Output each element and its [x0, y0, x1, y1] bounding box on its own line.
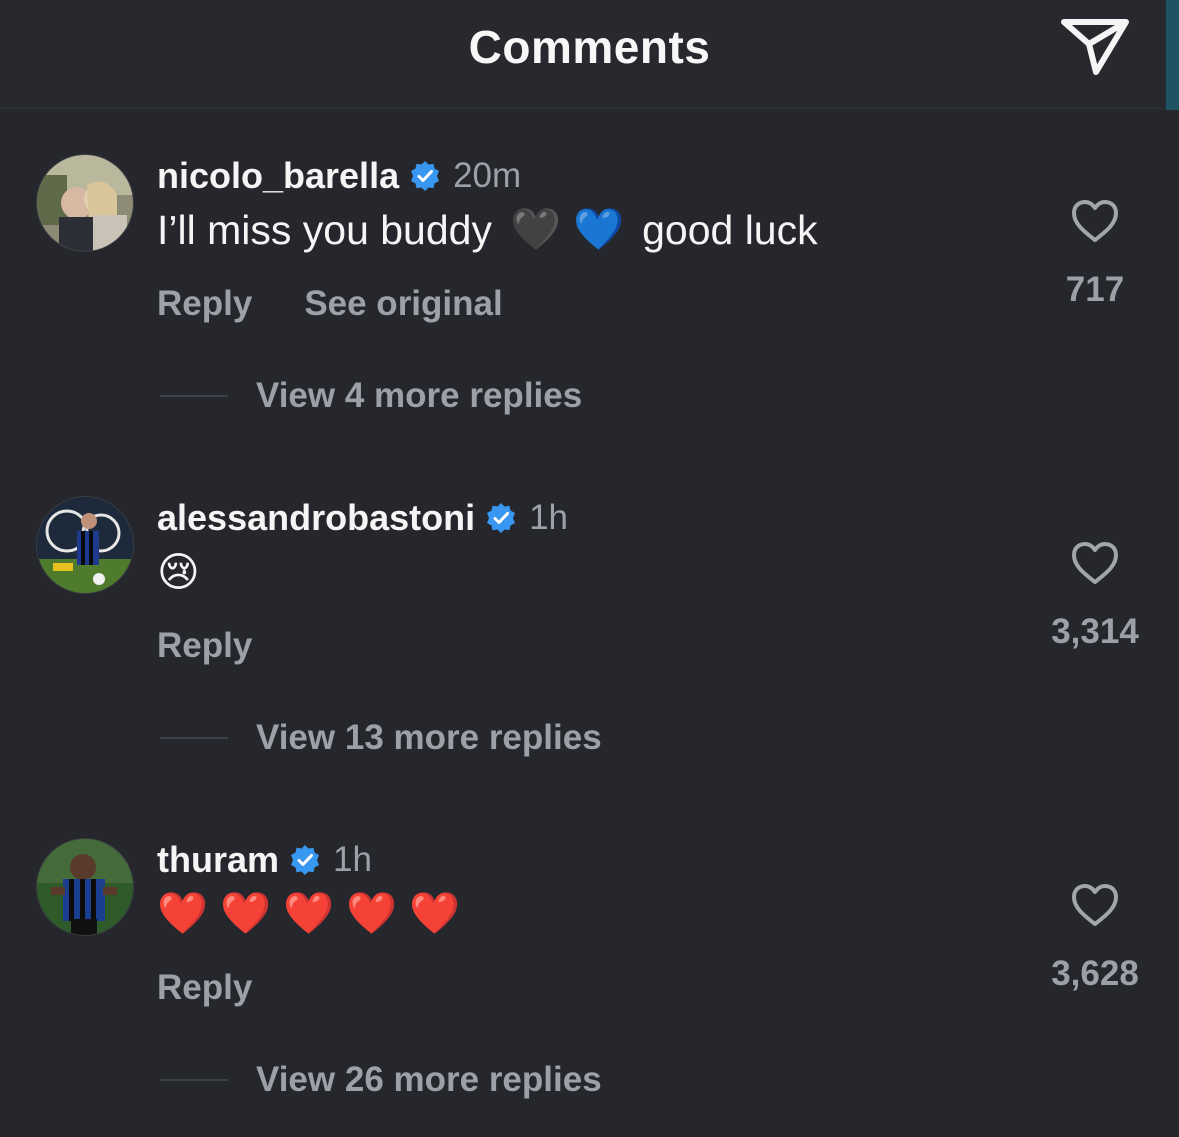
comment-body-end: good luck	[642, 206, 818, 253]
heart-icon[interactable]	[1070, 882, 1120, 928]
view-replies-label: View 13 more replies	[256, 718, 602, 757]
emoji-group: 😢	[157, 548, 200, 596]
comment-text: 😢	[157, 548, 200, 596]
heart-icon[interactable]	[1070, 540, 1120, 586]
emoji-group: 🖤 💙	[510, 206, 624, 254]
avatar[interactable]	[36, 496, 134, 594]
profile-photo	[37, 839, 133, 935]
comment-text: I’ll miss you buddy 🖤 💙 good luck	[157, 206, 818, 254]
comment-actions: Reply	[157, 626, 252, 666]
red-heart-emoji: ❤️	[220, 890, 272, 936]
background-edge	[1166, 0, 1179, 110]
red-heart-emoji: ❤️	[157, 890, 209, 936]
comment-time: 20m	[453, 156, 522, 195]
reply-button[interactable]: Reply	[157, 626, 252, 666]
avatar[interactable]	[36, 154, 134, 252]
username[interactable]: nicolo_barella	[157, 155, 399, 197]
reply-button[interactable]: Reply	[157, 284, 252, 324]
red-heart-emoji: ❤️	[346, 890, 398, 936]
black-heart-emoji: 🖤	[509, 206, 562, 252]
username[interactable]: thuram	[157, 839, 279, 881]
like-section: 3,314	[1030, 540, 1160, 652]
comment-actions: Reply See original	[157, 284, 503, 324]
comment-text: ❤️ ❤️ ❤️ ❤️ ❤️	[157, 890, 460, 938]
reply-divider	[160, 737, 228, 739]
like-count: 3,314	[1051, 612, 1139, 651]
crying-face-emoji: 😢	[157, 549, 200, 595]
verified-badge-icon	[411, 161, 440, 191]
emoji-group: ❤️ ❤️ ❤️ ❤️ ❤️	[157, 890, 460, 938]
comment-time: 1h	[529, 498, 569, 537]
like-section: 3,628	[1030, 882, 1160, 994]
comment-body: I’ll miss you buddy	[157, 206, 492, 253]
verified-badge-icon	[291, 845, 320, 875]
view-replies-button[interactable]: View 13 more replies	[160, 718, 602, 758]
username[interactable]: alessandrobastoni	[157, 497, 475, 539]
page-title: Comments	[468, 21, 711, 73]
reply-button[interactable]: Reply	[157, 968, 252, 1008]
comment-actions: Reply	[157, 968, 252, 1008]
comment-header: thuram 1h	[157, 838, 372, 882]
comments-header: Comments	[0, 0, 1179, 109]
profile-photo	[37, 497, 133, 593]
blue-heart-emoji: 💙	[573, 206, 625, 252]
profile-photo	[37, 155, 133, 251]
view-replies-button[interactable]: View 4 more replies	[160, 376, 582, 416]
share-button[interactable]	[1058, 14, 1132, 78]
comment-header: nicolo_barella 20m	[157, 154, 521, 198]
avatar[interactable]	[36, 838, 134, 936]
view-replies-label: View 4 more replies	[256, 376, 583, 415]
comment-header: alessandrobastoni 1h	[157, 496, 568, 540]
see-original-button[interactable]: See original	[304, 284, 502, 324]
verified-badge-icon	[487, 503, 516, 533]
comments-sheet: Comments nicolo_barella 20m I’ll miss yo…	[0, 0, 1179, 1137]
red-heart-emoji: ❤️	[283, 890, 335, 936]
view-replies-label: View 26 more replies	[256, 1060, 602, 1099]
reply-divider	[160, 1079, 228, 1081]
like-count: 717	[1065, 270, 1125, 309]
reply-divider	[160, 395, 228, 397]
like-section: 717	[1030, 198, 1160, 310]
like-count: 3,628	[1051, 954, 1139, 993]
red-heart-emoji: ❤️	[409, 890, 461, 936]
view-replies-button[interactable]: View 26 more replies	[160, 1060, 602, 1100]
paper-plane-icon	[1061, 19, 1129, 75]
comment-time: 1h	[333, 840, 372, 879]
heart-icon[interactable]	[1070, 198, 1120, 244]
